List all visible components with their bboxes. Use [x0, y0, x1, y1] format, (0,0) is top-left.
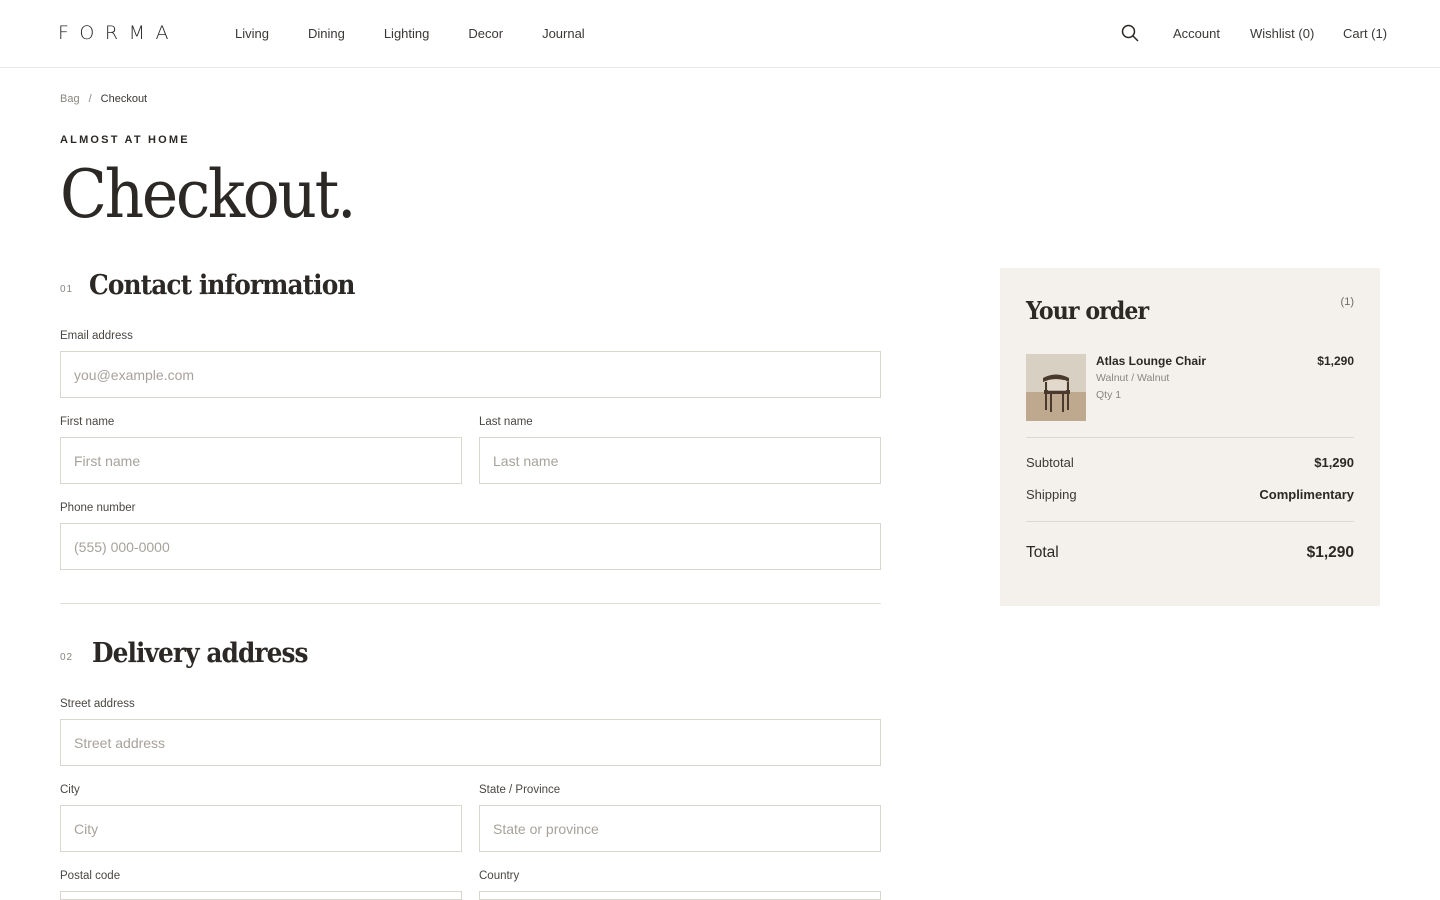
postal-label: Postal code — [60, 870, 121, 882]
subtotal-label: Subtotal — [1026, 455, 1074, 470]
email-label: Email address — [60, 330, 133, 342]
search-icon[interactable] — [1121, 24, 1139, 42]
email-field[interactable] — [60, 351, 881, 398]
street-field[interactable] — [60, 719, 881, 766]
product-quantity: Qty 1 — [1096, 389, 1122, 401]
breadcrumb-separator: / — [88, 93, 92, 105]
section-title-contact: Contact information — [89, 270, 355, 301]
breadcrumb-current: Checkout — [100, 93, 148, 105]
first-name-label: First name — [60, 416, 115, 428]
nav-journal[interactable]: Journal — [542, 26, 585, 41]
account-link[interactable]: Account — [1173, 26, 1220, 41]
nav-decor[interactable]: Decor — [468, 26, 503, 41]
product-variant: Walnut / Walnut — [1096, 372, 1170, 384]
eyebrow-text: ALMOST AT HOME — [60, 134, 190, 146]
order-summary: Your order (1) Atlas Lounge Chair Walnut… — [1000, 268, 1380, 606]
last-name-field[interactable] — [479, 437, 881, 484]
postal-field[interactable] — [60, 891, 462, 900]
last-name-label: Last name — [479, 416, 533, 428]
subtotal-value: $1,290 — [1314, 455, 1354, 470]
section-number-delivery: 02 — [60, 652, 74, 663]
order-summary-title: Your order — [1026, 296, 1149, 325]
product-thumbnail[interactable] — [1026, 354, 1086, 421]
city-field[interactable] — [60, 805, 462, 852]
shipping-value: Complimentary — [1259, 487, 1354, 502]
page-title: Checkout. — [60, 156, 356, 233]
breadcrumb-bag[interactable]: Bag — [60, 93, 80, 105]
shipping-label: Shipping — [1026, 487, 1077, 502]
product-name[interactable]: Atlas Lounge Chair — [1096, 354, 1206, 368]
chair-icon — [1026, 354, 1086, 421]
country-select[interactable] — [479, 891, 881, 900]
section-title-delivery: Delivery address — [92, 638, 309, 669]
main-nav: Living Dining Lighting Decor Journal — [235, 26, 624, 41]
breadcrumb: Bag / Checkout — [60, 93, 147, 105]
phone-field[interactable] — [60, 523, 881, 570]
cart-link[interactable]: Cart (1) — [1343, 26, 1387, 41]
summary-divider — [1026, 521, 1354, 522]
city-label: City — [60, 784, 80, 796]
wishlist-link[interactable]: Wishlist (0) — [1250, 26, 1314, 41]
total-label: Total — [1026, 544, 1059, 561]
nav-lighting[interactable]: Lighting — [384, 26, 430, 41]
logo[interactable]: FORMA — [58, 22, 179, 44]
section-divider — [60, 603, 881, 604]
total-value: $1,290 — [1306, 544, 1354, 561]
state-label: State / Province — [479, 784, 561, 796]
phone-label: Phone number — [60, 502, 136, 514]
product-price: $1,290 — [1317, 354, 1354, 368]
summary-divider — [1026, 437, 1354, 438]
section-number-contact: 01 — [60, 284, 74, 295]
order-item-count: (1) — [1340, 296, 1354, 308]
state-field[interactable] — [479, 805, 881, 852]
country-label: Country — [479, 870, 520, 882]
nav-dining[interactable]: Dining — [308, 26, 345, 41]
street-label: Street address — [60, 698, 135, 710]
first-name-field[interactable] — [60, 437, 462, 484]
nav-living[interactable]: Living — [235, 26, 269, 41]
site-header: FORMA Living Dining Lighting Decor Journ… — [0, 0, 1440, 68]
